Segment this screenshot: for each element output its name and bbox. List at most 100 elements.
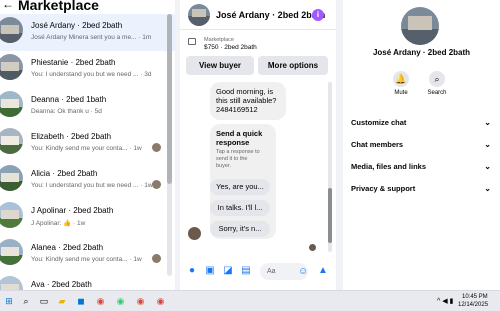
sender-avatar — [188, 227, 201, 240]
search-icon[interactable]: ⌕ — [20, 295, 32, 308]
listing-thumbnail — [0, 165, 23, 191]
page-title: Marketplace — [18, 0, 99, 13]
section-label: Customize chat — [351, 118, 407, 127]
quick-title: response — [216, 138, 250, 147]
image-icon[interactable]: ▣ — [205, 266, 215, 276]
conversation-snippet: Deanna: Ok thank u · 5d — [31, 108, 102, 115]
info-icon[interactable]: i — [312, 9, 324, 21]
action-label: Search — [427, 90, 447, 96]
chrome-icon[interactable]: ◉ — [134, 295, 147, 308]
seen-avatar — [309, 244, 316, 251]
emoji-icon[interactable]: ☺ — [298, 267, 308, 277]
conversation-name: Alanea · 2bed 2bath — [31, 243, 104, 252]
more-options-button[interactable]: More options — [258, 56, 328, 75]
list-item[interactable]: Deanna · 2bed 1bath Deanna: Ok thank u · … — [0, 88, 175, 125]
store-icon[interactable]: ◼ — [75, 295, 87, 308]
quick-subtitle: send it to the — [216, 156, 248, 162]
file-explorer-icon[interactable]: ▰ — [56, 295, 68, 308]
list-item[interactable]: Phiestanie · 2bed 2bath You: I understand… — [0, 51, 175, 88]
whatsapp-icon[interactable]: ◉ — [114, 295, 127, 308]
listing-thumbnail — [0, 91, 23, 117]
listing-thumbnail — [0, 276, 23, 290]
buyer-avatar — [152, 143, 161, 152]
chevron-down-icon: ⌄ — [484, 162, 491, 171]
conversation-name: Deanna · 2bed 1bath — [31, 95, 107, 104]
list-item[interactable]: J Apolinar · 2bed 2bath J Apolinar: 👍 · 1… — [0, 199, 175, 236]
message-line: Good morning, is — [216, 87, 274, 96]
quick-reply-button[interactable]: Yes, are you... — [210, 179, 270, 195]
like-icon[interactable]: ▲ — [318, 266, 328, 276]
windows-start-icon[interactable]: ⊞ — [3, 295, 15, 308]
search-icon: ⌕ — [429, 71, 445, 87]
tray-icons[interactable]: ^ ◀ ▮ — [437, 297, 453, 305]
mic-icon[interactable]: ● — [187, 266, 197, 276]
chevron-down-icon: ⌄ — [484, 118, 491, 127]
chevron-down-icon: ⌄ — [484, 184, 491, 193]
sticker-icon[interactable]: ◪ — [223, 266, 233, 276]
conversation-snippet: You: I understand you but we need ... · … — [31, 182, 153, 189]
action-label: Mute — [394, 90, 408, 96]
details-panel: José Ardany · 2bed 2bath 🔔 Mute ⌕ Search… — [343, 0, 500, 290]
section-chat-members[interactable]: Chat members ⌄ — [351, 140, 491, 149]
chevron-down-icon: ⌄ — [484, 140, 491, 149]
clock-time[interactable]: 10:45 PM — [462, 294, 488, 300]
listing-thumbnail — [0, 239, 23, 265]
listing-thumbnail — [0, 17, 23, 43]
section-privacy[interactable]: Privacy & support ⌄ — [351, 184, 491, 193]
conversation-list: ← Marketplace José Ardany · 2bed 2bath Jo… — [0, 0, 175, 290]
section-media[interactable]: Media, files and links ⌄ — [351, 162, 491, 171]
conversation-snippet: José Ardany Minera sent you a me... · 1m — [31, 34, 152, 41]
list-item[interactable]: Ava · 2bed 2bathYou: Kindly send me your… — [0, 273, 175, 290]
listing-detail: $750 · 2bed 2bath — [204, 44, 257, 51]
list-item[interactable]: Alanea · 2bed 2bath You: Kindly send me y… — [0, 236, 175, 273]
gif-icon[interactable]: ▤ — [241, 266, 251, 276]
composer: ● ▣ ◪ ▤ Aa ☺ ▲ — [180, 258, 336, 284]
incoming-message: Good morning, is this still available? 2… — [210, 82, 286, 120]
listing-card: Marketplace $750 · 2bed 2bath View buyer… — [180, 30, 336, 80]
listing-label: Marketplace — [204, 37, 234, 43]
search-button[interactable]: ⌕ Search — [417, 71, 457, 96]
back-arrow-icon[interactable]: ← — [2, 0, 14, 11]
chrome-icon[interactable]: ◉ — [154, 295, 167, 308]
taskbar: ⊞ ⌕ ▭ ▰ ◼ ◉ ◉ ◉ ◉ ^ ◀ ▮ 10:45 PM 12/14/2… — [0, 290, 500, 311]
conversation-snippet: You: I understand you but we need ... · … — [31, 71, 152, 78]
list-item[interactable]: Elizabeth · 2bed 2bath You: Kindly send m… — [0, 125, 175, 162]
chat-title[interactable]: José Ardany · 2bed 2bath — [216, 10, 325, 20]
list-item[interactable]: José Ardany · 2bed 2bath José Ardany Mine… — [0, 14, 175, 51]
conversation-name: J Apolinar · 2bed 2bath — [31, 206, 114, 215]
listing-thumbnail — [0, 128, 23, 154]
conversation-snippet: J Apolinar: 👍 · 1w — [31, 220, 86, 227]
quick-reply-button[interactable]: Sorry, it's n... — [210, 221, 270, 237]
chrome-icon[interactable]: ◉ — [94, 295, 107, 308]
conversation-snippet: You: Kindly send me your conta... · 1w — [31, 256, 142, 263]
conversation-name: Alicia · 2bed 2bath — [31, 169, 98, 178]
buyer-avatar — [152, 254, 161, 263]
listing-thumbnail — [0, 54, 23, 80]
quick-subtitle: buyer. — [216, 163, 231, 169]
buyer-avatar — [152, 180, 161, 189]
conversation-name: Ava · 2bed 2bath — [31, 280, 92, 289]
chat-pane: José Ardany · 2bed 2bath i Marketplace $… — [180, 0, 336, 290]
list-item[interactable]: Alicia · 2bed 2bath You: I understand you… — [0, 162, 175, 199]
list-scrollbar[interactable] — [167, 14, 172, 276]
list-header: ← Marketplace — [0, 0, 175, 14]
section-label: Privacy & support — [351, 184, 416, 193]
tag-icon — [188, 38, 196, 45]
view-buyer-button[interactable]: View buyer — [186, 56, 254, 75]
quick-reply-button[interactable]: In talks. I'll l... — [210, 200, 270, 216]
conversation-snippet: You: Kindly send me your conta... · 1w — [31, 145, 142, 152]
avatar[interactable] — [188, 4, 210, 26]
profile-name: José Ardany · 2bed 2bath — [372, 48, 471, 57]
task-view-icon[interactable]: ▭ — [38, 295, 50, 308]
listing-thumbnail — [0, 202, 23, 228]
chat-header: José Ardany · 2bed 2bath i — [180, 0, 336, 30]
bell-icon: 🔔 — [393, 71, 409, 87]
message-line: 2484169512 — [216, 105, 258, 114]
mute-button[interactable]: 🔔 Mute — [381, 71, 421, 96]
clock-date[interactable]: 12/14/2025 — [458, 302, 488, 308]
message-line: this still available? — [216, 96, 277, 105]
section-customize-chat[interactable]: Customize chat ⌄ — [351, 118, 491, 127]
chat-scrollbar[interactable] — [328, 82, 332, 252]
quick-title: Send a quick — [216, 129, 263, 138]
profile-avatar[interactable] — [401, 7, 439, 45]
